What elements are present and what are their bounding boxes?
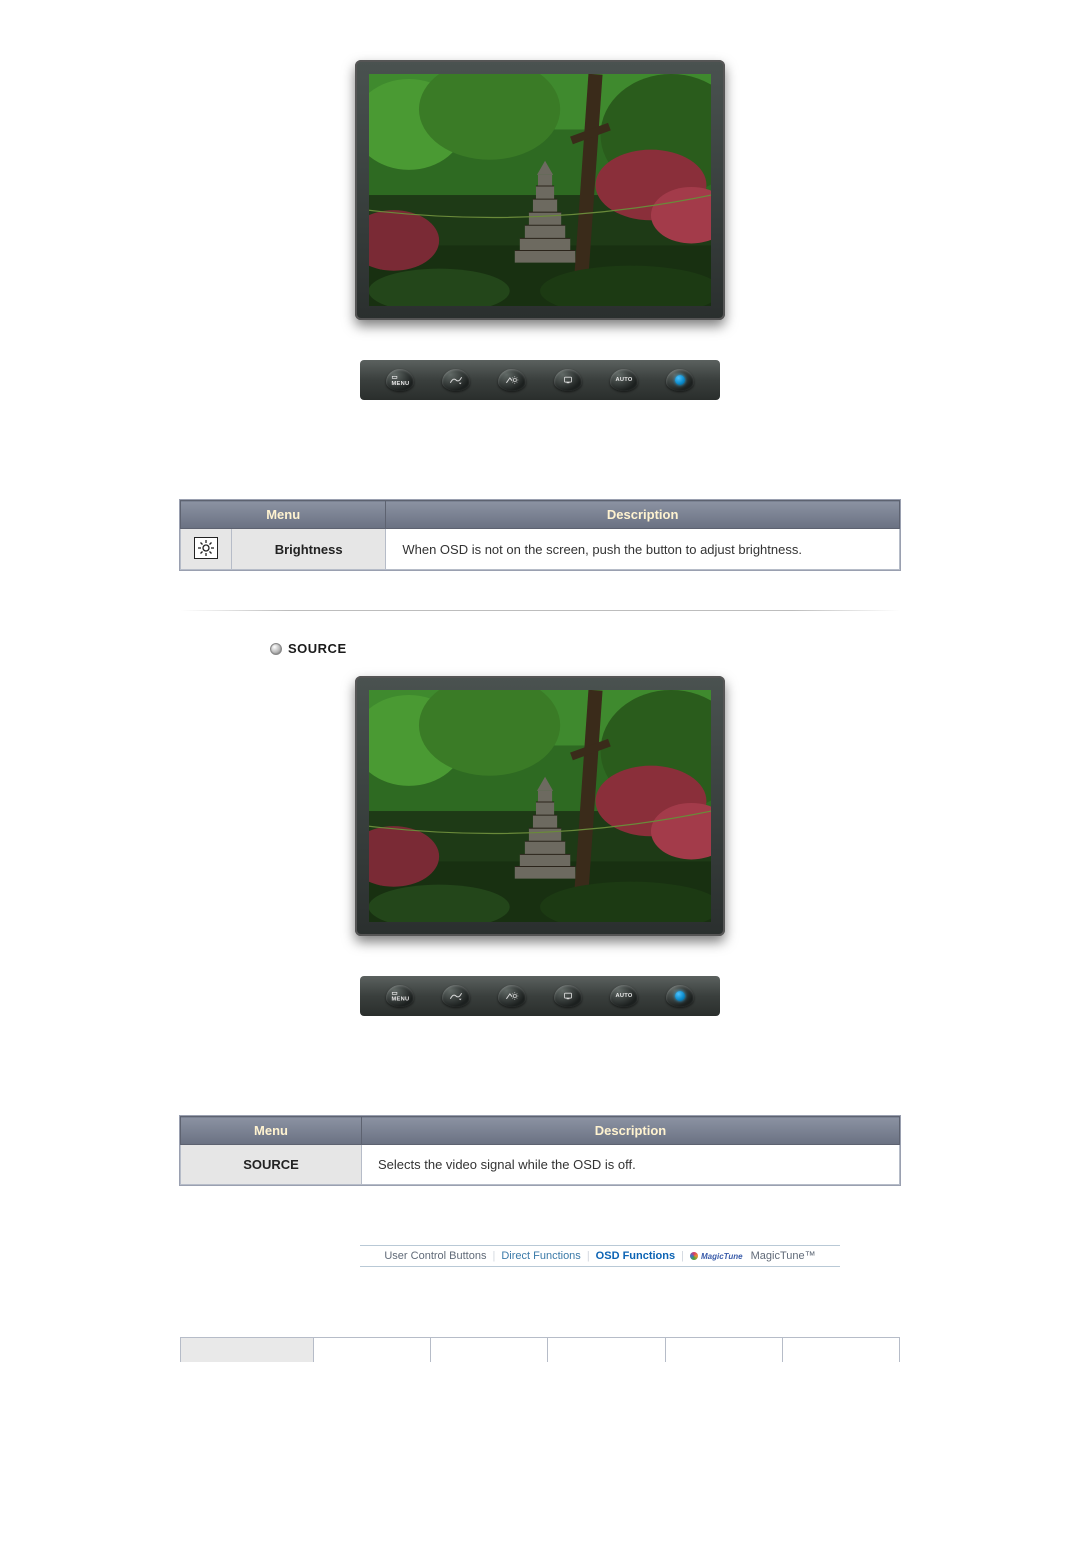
table-header-menu: Menu (181, 501, 386, 529)
empty-cell (314, 1338, 431, 1363)
bottom-empty-table (180, 1337, 900, 1362)
section-divider (180, 610, 900, 611)
brightness-table: Menu Description (180, 500, 900, 570)
nav-user-control-buttons[interactable]: User Control Buttons (384, 1250, 486, 1262)
bullet-icon (270, 643, 282, 655)
hardware-button-bar-2: ▭MENU AUTO (360, 976, 720, 1016)
source-name-cell: SOURCE (181, 1145, 362, 1185)
nav-separator: | (587, 1250, 590, 1262)
source-section-heading: SOURCE (180, 641, 900, 656)
empty-cell (548, 1338, 665, 1363)
enter-source-button[interactable] (554, 985, 582, 1007)
auto-button[interactable]: AUTO (610, 369, 638, 391)
sample-photo (369, 74, 711, 306)
brightness-name-cell: Brightness (232, 529, 386, 570)
up-brightness-button[interactable] (498, 369, 526, 391)
nav-magictune[interactable]: MagicTune™ (751, 1250, 816, 1262)
nav-direct-functions[interactable]: Direct Functions (501, 1250, 580, 1262)
brightness-icon (194, 537, 218, 559)
power-button[interactable] (666, 369, 694, 391)
magictune-swirl-icon (690, 1252, 698, 1260)
monitor-preview (355, 60, 725, 320)
empty-cell (782, 1338, 899, 1363)
down-adjust-button[interactable] (442, 369, 470, 391)
brightness-description-cell: When OSD is not on the screen, push the … (386, 529, 900, 570)
sample-photo-2 (369, 690, 711, 922)
monitor-screen (369, 74, 711, 306)
empty-cell (431, 1338, 548, 1363)
nav-separator: | (681, 1250, 684, 1262)
hardware-button-bar: ▭MENU AUTO (360, 360, 720, 400)
menu-button[interactable]: ▭MENU (386, 985, 414, 1007)
brightness-icon-cell (181, 529, 232, 570)
nav-separator: | (492, 1250, 495, 1262)
table-header-description: Description (386, 501, 900, 529)
table-header-description: Description (362, 1117, 900, 1145)
source-description-cell: Selects the video signal while the OSD i… (362, 1145, 900, 1185)
enter-source-button[interactable] (554, 369, 582, 391)
up-brightness-button[interactable] (498, 985, 526, 1007)
menu-button[interactable]: ▭MENU (386, 369, 414, 391)
down-adjust-button[interactable] (442, 985, 470, 1007)
power-icon (675, 375, 685, 385)
auto-button[interactable]: AUTO (610, 985, 638, 1007)
source-table: Menu Description SOURCE Selects the vide… (180, 1116, 900, 1185)
power-button[interactable] (666, 985, 694, 1007)
subsection-nav: User Control Buttons | Direct Functions … (360, 1245, 840, 1267)
power-icon (675, 991, 685, 1001)
magictune-logo: MagicTune (690, 1252, 743, 1261)
monitor-preview-2 (355, 676, 725, 936)
table-header-menu: Menu (181, 1117, 362, 1145)
nav-osd-functions[interactable]: OSD Functions (596, 1250, 675, 1262)
monitor-screen-2 (369, 690, 711, 922)
source-heading-text: SOURCE (288, 641, 347, 656)
empty-cell (665, 1338, 782, 1363)
empty-cell (181, 1338, 314, 1363)
